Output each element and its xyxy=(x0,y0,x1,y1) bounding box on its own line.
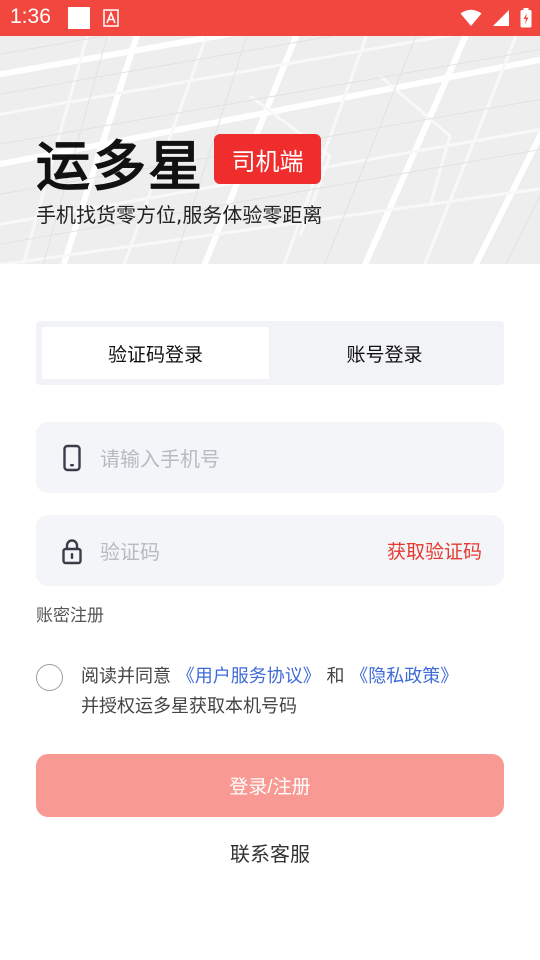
status-bar: 1:36 xyxy=(0,0,540,36)
agreement-checkbox[interactable] xyxy=(36,664,63,691)
phone-input[interactable] xyxy=(98,422,382,495)
agreement-and: 和 xyxy=(326,666,345,687)
tab-account-login[interactable]: 账号登录 xyxy=(271,327,498,379)
code-input[interactable] xyxy=(98,515,382,588)
password-register-link[interactable]: 账密注册 xyxy=(36,601,104,626)
phone-field[interactable] xyxy=(36,422,504,495)
lock-icon xyxy=(62,539,82,565)
code-field[interactable]: 获取验证码 xyxy=(36,515,504,588)
get-code-button[interactable]: 获取验证码 xyxy=(387,515,482,586)
agreement-prefix: 阅读并同意 xyxy=(81,666,171,687)
customer-service-link[interactable]: 联系客服 xyxy=(0,838,540,867)
tab-sms-login[interactable]: 验证码登录 xyxy=(42,327,269,379)
login-tabs: 验证码登录 账号登录 xyxy=(36,321,504,385)
status-icons xyxy=(460,8,532,28)
status-time: 1:36 xyxy=(10,5,51,28)
battery-icon xyxy=(520,8,532,28)
login-register-button[interactable]: 登录/注册 xyxy=(36,754,504,817)
cell-signal-icon xyxy=(493,10,509,26)
text-a-icon xyxy=(103,9,119,27)
agreement-text: 阅读并同意 《用户服务协议》 和 《隐私政策》 并授权运多星获取本机号码 xyxy=(81,662,511,722)
brand-slogan: 手机找货零方位,服务体验零距离 xyxy=(36,203,323,227)
user-agreement-link[interactable]: 《用户服务协议》 xyxy=(177,666,321,687)
hero-banner: 运多星 司机端 手机找货零方位,服务体验零距离 xyxy=(0,36,540,264)
privacy-policy-link[interactable]: 《隐私政策》 xyxy=(350,666,458,687)
brand-title: 运多星 xyxy=(36,135,204,198)
phone-icon xyxy=(63,444,81,472)
driver-badge: 司机端 xyxy=(214,134,321,184)
notification-square-icon xyxy=(68,7,90,29)
wifi-icon xyxy=(460,9,482,26)
agreement-authorize-text: 并授权运多星获取本机号码 xyxy=(81,696,297,717)
